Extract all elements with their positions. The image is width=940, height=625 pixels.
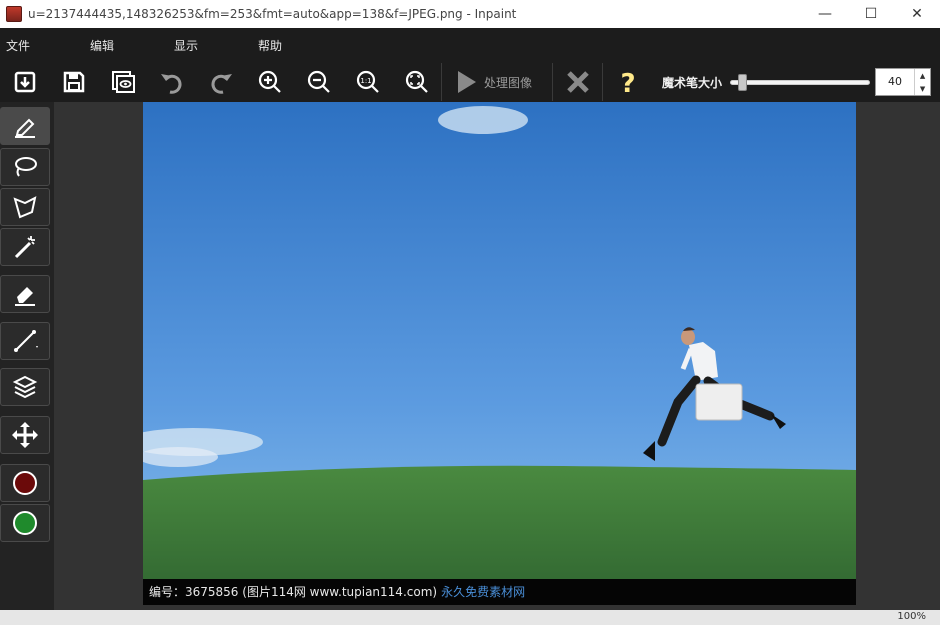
menu-file[interactable]: 文件 bbox=[6, 37, 84, 54]
menu-edit[interactable]: 编辑 bbox=[90, 37, 168, 54]
app-icon bbox=[6, 6, 22, 22]
help-button[interactable]: ? bbox=[603, 62, 652, 102]
chevron-down-icon[interactable]: ▼ bbox=[920, 85, 925, 93]
layers-icon bbox=[12, 375, 38, 399]
canvas-area[interactable]: 编号：3675856 (图片114网 www.tupian114.com) 永久免… bbox=[54, 102, 940, 610]
menu-bar: 文件 编辑 显示 帮助 bbox=[0, 28, 940, 62]
actual-size-icon: 1:1 bbox=[356, 70, 379, 93]
menu-help[interactable]: 帮助 bbox=[258, 37, 336, 54]
marker-icon bbox=[15, 118, 35, 138]
brush-size-label: 魔术笔大小 bbox=[662, 75, 723, 90]
preview-icon bbox=[111, 71, 135, 93]
brush-size-value[interactable]: 40 bbox=[876, 69, 914, 95]
image-caption-text: 编号：3675856 (图片114网 www.tupian114.com) bbox=[149, 585, 438, 599]
minimize-button[interactable]: — bbox=[802, 0, 848, 28]
process-image-label: 处理图像 bbox=[484, 75, 533, 90]
window-title: u=2137444435,148326253&fm=253&fmt=auto&a… bbox=[28, 7, 517, 21]
redo-button[interactable] bbox=[196, 62, 245, 102]
brush-size-slider-track bbox=[730, 80, 871, 85]
chevron-up-icon[interactable]: ▲ bbox=[920, 72, 925, 80]
move-tool[interactable] bbox=[0, 416, 50, 454]
close-button[interactable]: ✕ bbox=[894, 0, 940, 28]
marker-tool[interactable] bbox=[0, 107, 50, 145]
polygonal-lasso-tool[interactable] bbox=[0, 188, 50, 226]
play-icon bbox=[458, 71, 476, 93]
zoom-level: 100% bbox=[897, 611, 926, 622]
toolbar: 1:1 处理图像 ? 魔术笔大小 40 ▲ ▼ bbox=[0, 62, 940, 102]
redo-icon bbox=[211, 74, 232, 94]
eraser-icon bbox=[15, 287, 35, 306]
eraser-tool[interactable] bbox=[0, 275, 50, 313]
close-x-icon bbox=[566, 71, 589, 93]
title-bar: u=2137444435,148326253&fm=253&fmt=auto&a… bbox=[0, 0, 940, 28]
tool-panel bbox=[0, 102, 54, 610]
brush-size-spinbox[interactable]: 40 ▲ ▼ bbox=[875, 68, 932, 96]
edited-photo[interactable]: 编号：3675856 (图片114网 www.tupian114.com) 永久免… bbox=[143, 102, 856, 605]
magic-wand-tool[interactable] bbox=[0, 228, 50, 266]
process-image-button[interactable]: 处理图像 bbox=[442, 62, 552, 102]
line-icon bbox=[14, 330, 38, 352]
polygon-lasso-icon bbox=[13, 196, 37, 219]
help-question-icon: ? bbox=[620, 69, 635, 96]
move-arrows-icon bbox=[12, 422, 38, 448]
zoom-out-button[interactable] bbox=[294, 62, 343, 102]
clear-selection-button[interactable] bbox=[553, 62, 602, 102]
lasso-tool[interactable] bbox=[0, 148, 50, 186]
open-button[interactable] bbox=[0, 62, 49, 102]
image-caption-bar: 编号：3675856 (图片114网 www.tupian114.com) 永久免… bbox=[143, 579, 856, 605]
actual-size-button[interactable]: 1:1 bbox=[343, 62, 392, 102]
status-bar: 100% bbox=[0, 610, 940, 625]
photo-scene bbox=[143, 102, 856, 605]
primary-color-swatch[interactable] bbox=[13, 471, 37, 495]
image-caption-brand: 永久免费素材网 bbox=[441, 585, 526, 599]
line-tool[interactable] bbox=[0, 322, 50, 360]
undo-icon bbox=[160, 74, 181, 94]
zoom-in-button[interactable] bbox=[245, 62, 294, 102]
maximize-button[interactable]: ☐ bbox=[848, 0, 894, 28]
secondary-color-tool[interactable] bbox=[0, 504, 50, 542]
secondary-color-swatch[interactable] bbox=[13, 511, 37, 535]
layers-tool[interactable] bbox=[0, 368, 50, 406]
fit-window-button[interactable] bbox=[392, 62, 441, 102]
svg-text:1:1: 1:1 bbox=[360, 77, 371, 85]
primary-color-tool[interactable] bbox=[0, 464, 50, 502]
fit-window-icon bbox=[405, 70, 428, 93]
preview-button[interactable] bbox=[98, 62, 147, 102]
brush-size-slider-thumb[interactable] bbox=[737, 74, 747, 91]
zoom-in-icon bbox=[258, 70, 281, 93]
save-icon bbox=[63, 71, 84, 93]
undo-button[interactable] bbox=[147, 62, 196, 102]
open-icon bbox=[14, 71, 35, 93]
lasso-icon bbox=[15, 157, 37, 177]
brush-size-slider[interactable] bbox=[730, 72, 871, 92]
brush-size-stepper[interactable]: ▲ ▼ bbox=[914, 69, 930, 95]
zoom-out-icon bbox=[307, 70, 330, 93]
svg-text:?: ? bbox=[620, 69, 635, 96]
save-button[interactable] bbox=[49, 62, 98, 102]
magic-wand-icon bbox=[14, 236, 35, 259]
menu-view[interactable]: 显示 bbox=[174, 37, 252, 54]
